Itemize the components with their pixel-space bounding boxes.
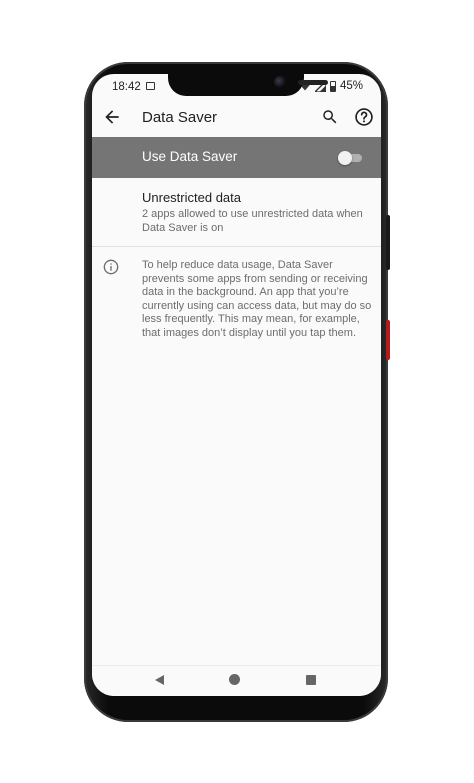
phone-screen: 18:42 45% Data Saver Use Data Saver Unre… — [92, 74, 381, 696]
display-notch — [168, 74, 328, 96]
info-icon — [103, 259, 119, 275]
nav-back-icon[interactable] — [155, 675, 164, 685]
help-icon[interactable] — [354, 107, 374, 127]
battery-percent: 45% — [339, 80, 363, 92]
nav-recents-icon[interactable] — [306, 675, 316, 685]
unrestricted-data-preference[interactable]: Unrestricted data 2 apps allowed to use … — [92, 178, 381, 246]
unrestricted-data-title: Unrestricted data — [142, 190, 241, 205]
volume-button — [386, 215, 390, 270]
use-data-saver-switch-bar[interactable]: Use Data Saver — [92, 137, 381, 178]
divider — [92, 246, 381, 247]
earpiece-speaker — [298, 80, 328, 85]
arrow-back-icon[interactable] — [102, 107, 122, 127]
data-saver-toggle[interactable] — [338, 151, 362, 165]
footer-info-text: To help reduce data usage, Data Saver pr… — [142, 259, 372, 339]
front-camera — [274, 76, 286, 88]
status-time: 18:42 — [112, 81, 141, 93]
page-title: Data Saver — [142, 109, 218, 126]
power-button — [386, 320, 390, 360]
nav-home-icon[interactable] — [229, 674, 240, 685]
search-icon[interactable] — [321, 108, 339, 126]
toggle-thumb — [338, 151, 352, 165]
navigation-bar — [92, 665, 381, 696]
battery-icon — [329, 80, 336, 92]
use-data-saver-label: Use Data Saver — [142, 149, 238, 164]
image-notification-icon — [146, 82, 155, 90]
app-bar: Data Saver — [92, 100, 381, 136]
unrestricted-data-summary: 2 apps allowed to use unrestricted data … — [142, 208, 363, 234]
